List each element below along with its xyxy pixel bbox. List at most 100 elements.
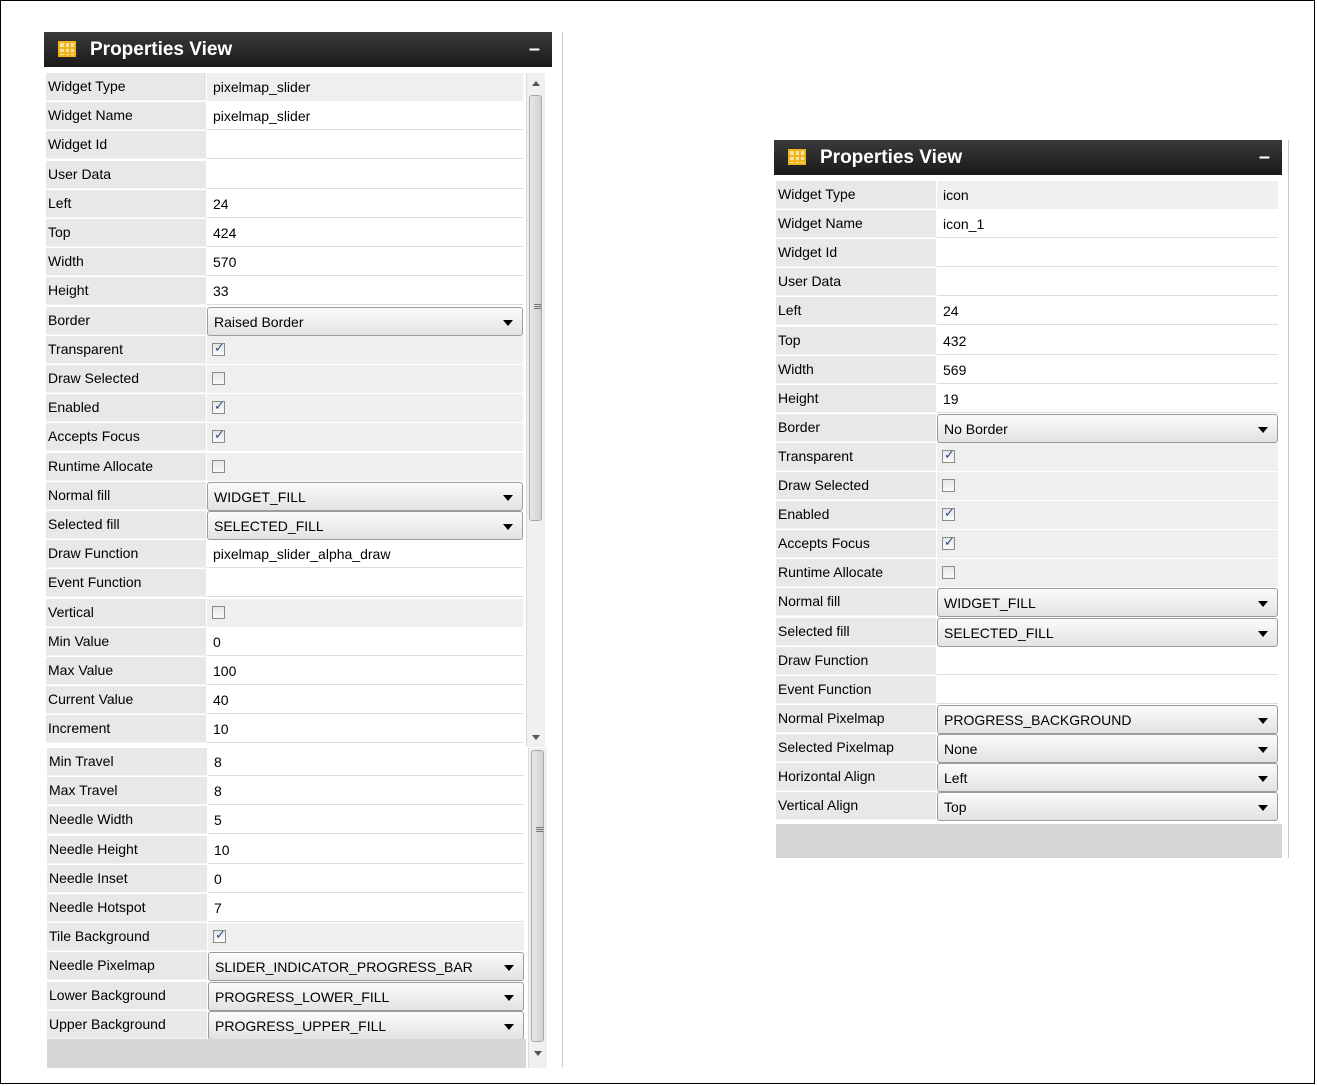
minimize-button[interactable]: –	[1259, 140, 1270, 175]
property-label: Draw Selected	[46, 365, 206, 393]
property-input[interactable]: icon_1	[937, 210, 1278, 239]
property-dropdown[interactable]: Top	[937, 792, 1278, 822]
property-row-top: Top 432	[776, 326, 1280, 356]
scrollbar-thumb[interactable]: ≡	[529, 95, 542, 521]
dropdown-value: SLIDER_INDICATOR_PROGRESS_BAR	[215, 959, 473, 976]
checkbox-unchecked[interactable]	[212, 459, 225, 473]
property-row-left: Left 24	[776, 297, 1280, 326]
property-dropdown[interactable]: Left	[937, 763, 1278, 792]
property-input[interactable]: 0	[207, 627, 523, 656]
property-label: Width	[46, 248, 206, 277]
property-row-runtime-allocate: Runtime Allocate	[776, 559, 1280, 588]
property-row-selected-fill: Selected fill SELECTED_FILL	[776, 617, 1280, 647]
property-row-tile-background: Tile Background	[47, 923, 525, 952]
checkbox-unchecked[interactable]	[942, 479, 955, 492]
property-checkbox-cell	[207, 423, 523, 452]
property-input[interactable]	[937, 646, 1278, 675]
property-input[interactable]: 33	[207, 277, 523, 306]
property-dropdown[interactable]: None	[937, 733, 1278, 763]
property-row-normal-fill: Normal fill WIDGET_FILL	[46, 481, 524, 511]
property-row-upper-background: Upper Background PROGRESS_UPPER_FILL	[47, 1010, 525, 1040]
property-input[interactable]: 24	[937, 297, 1278, 326]
property-dropdown[interactable]: PROGRESS_BACKGROUND	[937, 704, 1278, 734]
property-label: Upper Background	[47, 1010, 207, 1039]
chevron-down-icon[interactable]	[503, 524, 513, 530]
scrollbar[interactable]: ≡	[526, 73, 545, 747]
property-input[interactable]: 7	[208, 894, 524, 922]
scroll-down-arrow[interactable]	[534, 1051, 542, 1056]
chevron-down-icon[interactable]	[1258, 601, 1268, 608]
checkbox-checked[interactable]	[213, 928, 226, 944]
property-row-normal-fill: Normal fill WIDGET_FILL	[776, 588, 1280, 618]
chevron-down-icon[interactable]	[1258, 426, 1268, 433]
property-input[interactable]: 40	[207, 686, 523, 715]
scroll-up-arrow[interactable]	[532, 81, 540, 86]
chevron-down-icon[interactable]	[1258, 717, 1268, 724]
scrollbar-continued[interactable]: ≡	[528, 748, 547, 1068]
property-input[interactable]: 10	[207, 715, 523, 744]
property-label: Max Travel	[47, 777, 207, 806]
scroll-down-arrow[interactable]	[532, 735, 540, 740]
checkbox-checked[interactable]	[942, 448, 955, 463]
property-input[interactable]: 24	[207, 189, 523, 218]
property-label: Normal Pixelmap	[776, 704, 936, 733]
property-row-vertical: Vertical	[46, 598, 524, 628]
chevron-down-icon[interactable]	[1258, 776, 1268, 782]
scrollbar-thumb-continued[interactable]: ≡	[531, 750, 544, 1042]
checkbox-checked[interactable]	[212, 341, 225, 356]
chevron-down-icon[interactable]	[504, 994, 514, 1001]
property-input[interactable]: 424	[207, 219, 523, 247]
property-dropdown[interactable]: No Border	[937, 413, 1278, 443]
property-input[interactable]: pixelmap_slider_alpha_draw	[207, 540, 523, 569]
property-input[interactable]: pixelmap_slider	[207, 102, 523, 131]
property-dropdown[interactable]: Raised Border	[207, 306, 523, 336]
property-input[interactable]	[207, 131, 523, 160]
property-input[interactable]: 432	[937, 326, 1278, 355]
checkbox-unchecked[interactable]	[942, 566, 955, 580]
checkbox-checked[interactable]	[212, 399, 225, 415]
minimize-button[interactable]: –	[529, 32, 540, 67]
property-checkbox-cell	[937, 530, 1278, 559]
chevron-down-icon[interactable]	[1258, 805, 1268, 812]
property-dropdown[interactable]: WIDGET_FILL	[207, 481, 523, 511]
property-input[interactable]: 8	[208, 748, 524, 776]
chevron-down-icon[interactable]	[1258, 746, 1268, 753]
property-input[interactable]: 570	[207, 248, 523, 277]
property-label: Height	[776, 384, 936, 413]
property-row-needle-hotspot: Needle Hotspot 7	[47, 894, 525, 923]
property-row-draw-function: Draw Function	[776, 646, 1280, 676]
property-input[interactable]	[207, 569, 523, 598]
property-input[interactable]: 5	[208, 806, 524, 835]
checkbox-unchecked[interactable]	[212, 605, 225, 619]
property-dropdown[interactable]: PROGRESS_LOWER_FILL	[208, 981, 524, 1011]
chevron-down-icon[interactable]	[503, 494, 513, 501]
property-input[interactable]: 19	[937, 384, 1278, 413]
property-dropdown[interactable]: SLIDER_INDICATOR_PROGRESS_BAR	[208, 952, 524, 982]
property-input[interactable]	[207, 160, 523, 189]
property-dropdown[interactable]: WIDGET_FILL	[937, 588, 1278, 618]
checkbox-unchecked[interactable]	[212, 372, 225, 385]
property-input[interactable]: 0	[208, 864, 524, 893]
property-input[interactable]	[937, 268, 1278, 297]
chevron-down-icon[interactable]	[504, 1023, 514, 1030]
dropdown-value: WIDGET_FILL	[944, 595, 1036, 612]
property-dropdown[interactable]: SELECTED_FILL	[207, 511, 523, 540]
property-input[interactable]: 8	[208, 777, 524, 806]
property-checkbox-cell	[937, 442, 1278, 471]
checkbox-checked[interactable]	[942, 506, 955, 522]
property-label: Transparent	[46, 335, 206, 364]
checkbox-checked[interactable]	[212, 428, 225, 444]
checkbox-checked[interactable]	[942, 535, 955, 551]
property-dropdown[interactable]: PROGRESS_UPPER_FILL	[208, 1010, 524, 1040]
property-row-vertical-align: Vertical Align Top	[776, 792, 1280, 822]
property-input[interactable]: 100	[207, 657, 523, 685]
property-dropdown[interactable]: SELECTED_FILL	[937, 617, 1278, 647]
property-input[interactable]: 10	[208, 835, 524, 864]
property-input[interactable]: 569	[937, 355, 1278, 384]
chevron-down-icon[interactable]	[503, 319, 513, 326]
property-input[interactable]	[937, 239, 1278, 268]
chevron-down-icon[interactable]	[1258, 630, 1268, 637]
chevron-down-icon[interactable]	[504, 965, 514, 972]
property-input[interactable]	[937, 675, 1278, 704]
property-row-min-value: Min Value 0	[46, 627, 524, 657]
